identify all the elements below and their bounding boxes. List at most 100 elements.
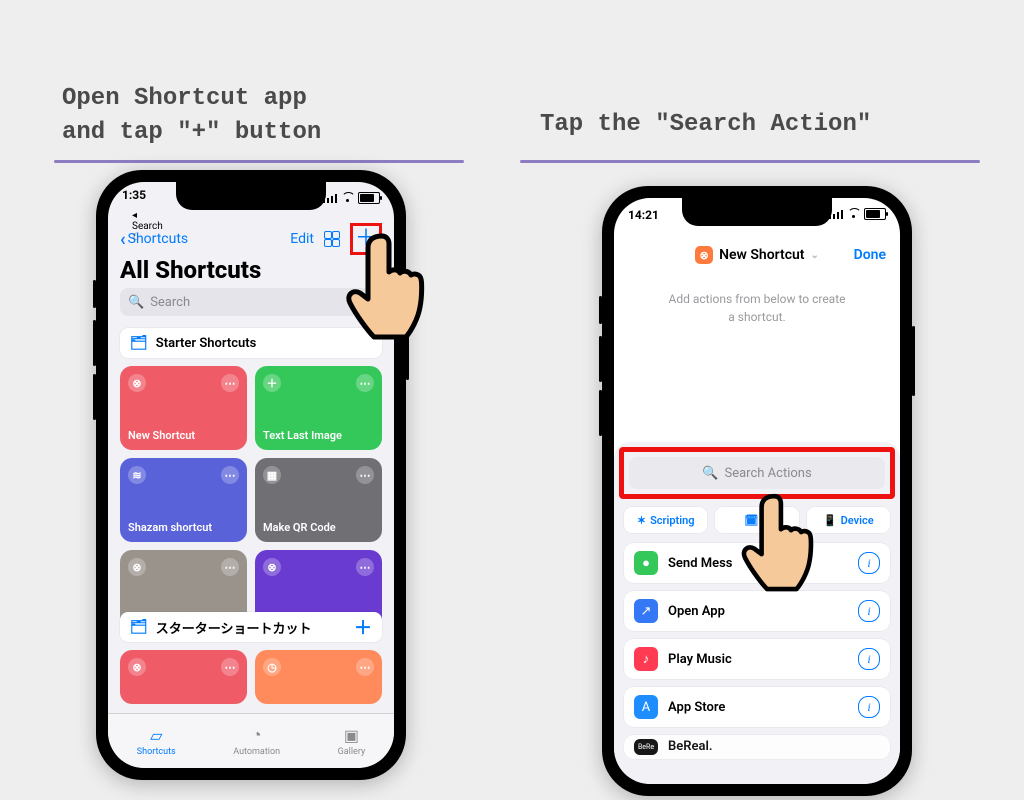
- tab-automation[interactable]: ◔Automation: [233, 725, 280, 757]
- chip-label: Device: [841, 514, 874, 527]
- phone-mockup-shortcuts: 1:35 ◂ Search ☾ ‹ Shortcuts Edit: [96, 170, 406, 780]
- app-icon: ●: [634, 551, 658, 575]
- more-icon[interactable]: ⋯: [221, 658, 239, 676]
- suggestion-label: BeReal.: [668, 739, 713, 754]
- search-icon: 🔍: [702, 466, 718, 481]
- more-icon[interactable]: ⋯: [221, 374, 239, 392]
- shortcut-tile[interactable]: ⊗ ⋯ New Shortcut: [120, 366, 247, 450]
- suggestion-row[interactable]: ● Send Mess i: [624, 543, 890, 583]
- plus-icon[interactable]: ＋: [354, 614, 372, 640]
- caption-step2: Tap the "Search Action": [540, 108, 871, 142]
- shortcut-grid-b: ⊗⋯◷⋯: [120, 650, 382, 704]
- app-icon: ⊗: [695, 246, 713, 264]
- chip-icon: 📱: [823, 514, 837, 527]
- tile-label: Make QR Code: [263, 521, 336, 534]
- tile-icon: ≋: [128, 466, 146, 484]
- folder-icon: 🗂: [130, 335, 148, 351]
- battery-icon: [864, 208, 886, 220]
- wifi-icon: [341, 194, 354, 203]
- actions-panel: 🔍 Search Actions ✶Scripting🗓C📱Device ●Se…: [614, 442, 900, 784]
- chip-icon: 🗓: [744, 514, 758, 527]
- tab-gallery[interactable]: ▣Gallery: [338, 726, 366, 757]
- search-actions-placeholder: Search Actions: [725, 466, 812, 481]
- info-icon[interactable]: i: [858, 648, 880, 670]
- tile-icon: ◷: [263, 658, 281, 676]
- folder-icon: 🗂: [130, 619, 148, 635]
- more-icon[interactable]: ⋯: [356, 374, 374, 392]
- category-chip[interactable]: 📱 Device: [807, 507, 890, 533]
- shortcut-tile[interactable]: ⊗⋯: [120, 650, 247, 704]
- shortcut-tile[interactable]: ＋ ⋯ Text Last Image: [255, 366, 382, 450]
- search-actions-input[interactable]: 🔍 Search Actions: [629, 457, 885, 489]
- stack-icon: ▱: [150, 726, 162, 745]
- add-shortcut-button[interactable]: ＋: [350, 223, 382, 255]
- tab-bar: ▱Shortcuts ◔Automation ▣Gallery: [108, 713, 394, 768]
- divider-step1: [54, 160, 464, 163]
- shortcut-tile[interactable]: ▦ ⋯ Make QR Code: [255, 458, 382, 542]
- suggestion-label: Open App: [668, 604, 725, 619]
- status-time: 1:35: [122, 188, 146, 202]
- status-time: 14:21: [628, 208, 659, 222]
- tile-icon: ＋: [263, 374, 281, 392]
- category-chip[interactable]: 🗓C: [715, 507, 798, 533]
- chevron-down-icon: ⌄: [811, 250, 819, 261]
- app-icon: ↗: [634, 599, 658, 623]
- tile-icon: ⊗: [128, 658, 146, 676]
- more-icon[interactable]: ⋯: [356, 658, 374, 676]
- folder-starter-shortcuts[interactable]: 🗂 Starter Shortcuts: [120, 328, 382, 358]
- more-icon[interactable]: ⋯: [221, 466, 239, 484]
- layout-grid-icon[interactable]: [324, 231, 340, 247]
- tile-icon: ⊗: [128, 558, 146, 576]
- edit-button[interactable]: Edit: [290, 231, 314, 247]
- tile-label: New Shortcut: [128, 429, 195, 442]
- clock-icon: ◔: [252, 725, 262, 745]
- suggestion-row[interactable]: ♪ Play Music i: [624, 639, 890, 679]
- more-icon[interactable]: ⋯: [356, 466, 374, 484]
- chip-label: C: [762, 514, 769, 527]
- chip-icon: ✶: [637, 514, 646, 527]
- battery-icon: [358, 192, 380, 204]
- tile-label: Shazam shortcut: [128, 521, 212, 534]
- status-back-crumb[interactable]: ◂ Search ☾: [132, 210, 163, 243]
- suggestion-label: App Store: [668, 700, 725, 715]
- shortcut-title[interactable]: ⊗ New Shortcut ⌄: [695, 246, 819, 264]
- app-icon: A: [634, 695, 658, 719]
- search-input[interactable]: 🔍 Search: [120, 288, 382, 316]
- caption-step1: Open Shortcut app and tap "+" button: [62, 82, 321, 149]
- more-icon[interactable]: ⋯: [221, 558, 239, 576]
- tile-label: Text Last Image: [263, 429, 342, 442]
- notch: [682, 198, 832, 226]
- phone-mockup-new-shortcut: 14:21 ⊗ New Shortcut ⌄ Done Add actions …: [602, 186, 912, 796]
- gallery-icon: ▣: [344, 726, 359, 745]
- app-icon: BeRe: [634, 739, 658, 755]
- shortcut-tile[interactable]: ≋ ⋯ Shazam shortcut: [120, 458, 247, 542]
- highlight-search-actions: 🔍 Search Actions: [619, 447, 895, 499]
- suggestion-row[interactable]: ↗ Open App i: [624, 591, 890, 631]
- tile-icon: ▦: [263, 466, 281, 484]
- chip-label: Scripting: [650, 514, 694, 527]
- app-icon: ♪: [634, 647, 658, 671]
- tab-shortcuts[interactable]: ▱Shortcuts: [137, 726, 176, 757]
- divider-step2: [520, 160, 980, 163]
- empty-hint: Add actions from below to createa shortc…: [614, 290, 900, 326]
- info-icon[interactable]: i: [858, 552, 880, 574]
- folder-starter-shortcuts-jp[interactable]: 🗂 スターターショートカット ＋: [120, 612, 382, 642]
- suggestion-row[interactable]: A App Store i: [624, 687, 890, 727]
- notch: [176, 182, 326, 210]
- more-icon[interactable]: ⋯: [356, 558, 374, 576]
- category-chips: ✶Scripting🗓C📱Device: [624, 507, 890, 533]
- suggestion-label: Play Music: [668, 652, 732, 667]
- tile-icon: ⊗: [263, 558, 281, 576]
- suggestion-row[interactable]: BeRe BeReal.: [624, 735, 890, 759]
- done-button[interactable]: Done: [854, 247, 886, 263]
- info-icon[interactable]: i: [858, 600, 880, 622]
- search-placeholder: Search: [150, 295, 190, 310]
- tile-icon: ⊗: [128, 374, 146, 392]
- suggestions-list: ● Send Mess i ↗ Open App i ♪ Play Music i A App St…: [624, 543, 890, 759]
- chevron-left-icon: ‹: [120, 229, 126, 250]
- suggestion-label: Send Mess: [668, 556, 732, 571]
- shortcut-tile[interactable]: ◷⋯: [255, 650, 382, 704]
- search-icon: 🔍: [128, 295, 144, 310]
- info-icon[interactable]: i: [858, 696, 880, 718]
- category-chip[interactable]: ✶ Scripting: [624, 507, 707, 533]
